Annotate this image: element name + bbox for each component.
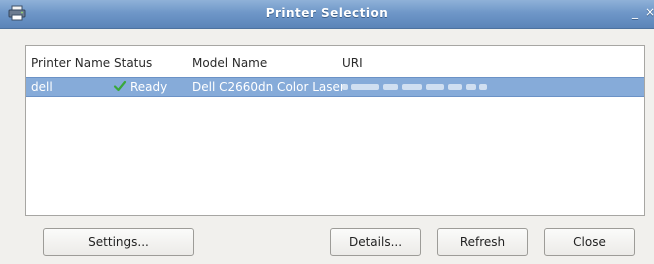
settings-button[interactable]: Settings...: [43, 228, 194, 256]
details-button[interactable]: Details...: [330, 228, 421, 256]
refresh-button[interactable]: Refresh: [437, 228, 528, 256]
column-header-uri[interactable]: URI: [342, 56, 363, 70]
close-window-button[interactable]: ×: [643, 5, 654, 19]
minimize-button[interactable]: _: [628, 5, 642, 19]
printer-list[interactable]: Printer Name Status Model Name URI dell …: [25, 45, 645, 216]
column-header-model-name[interactable]: Model Name: [192, 56, 267, 70]
printer-list-header: Printer Name Status Model Name URI: [26, 46, 644, 76]
close-button[interactable]: Close: [544, 228, 635, 256]
printer-name-cell: dell: [31, 80, 53, 94]
column-header-printer-name[interactable]: Printer Name: [31, 56, 110, 70]
window-title: Printer Selection: [265, 6, 389, 20]
title-bar[interactable]: Printer Selection _ ×: [0, 0, 654, 29]
checkmark-icon: [113, 80, 127, 92]
model-name-cell: Dell C2660dn Color Laser: [192, 80, 345, 94]
printer-row-selected[interactable]: dell Ready Dell C2660dn Color Laser: [26, 77, 644, 97]
column-header-status[interactable]: Status: [114, 56, 152, 70]
status-cell: Ready: [130, 80, 168, 94]
printer-selection-window: Printer Selection _ × Printer Name Statu…: [0, 0, 654, 264]
